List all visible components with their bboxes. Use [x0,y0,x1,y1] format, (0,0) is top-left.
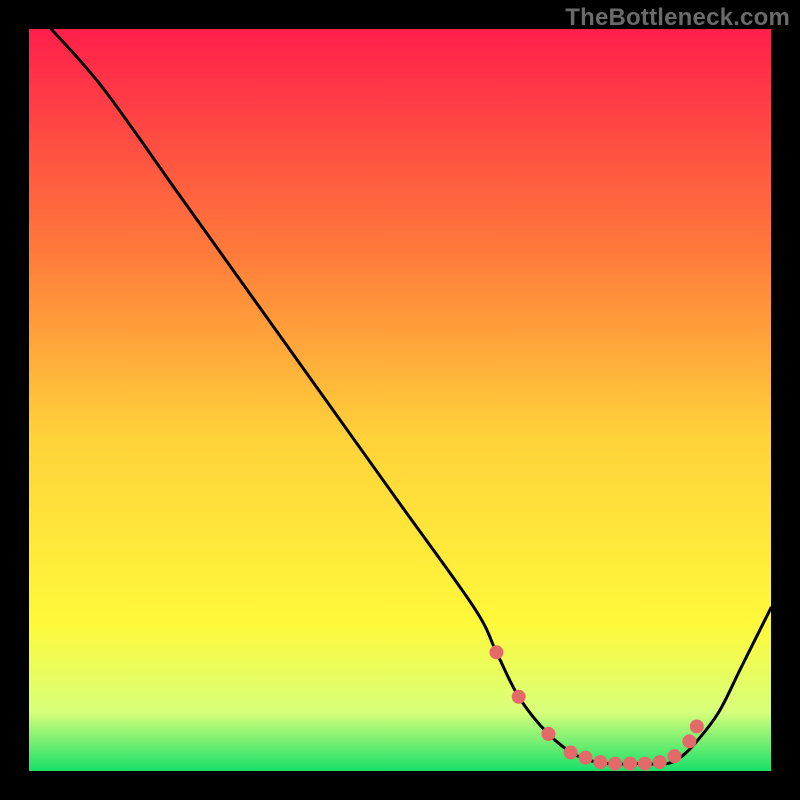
chart-frame [29,29,771,771]
marker-dot [489,645,503,659]
marker-dot [682,734,696,748]
marker-dot [593,755,607,769]
watermark-text: TheBottleneck.com [565,4,790,32]
marker-dot [579,751,593,765]
marker-dot [541,727,555,741]
marker-dot [623,757,637,771]
marker-dot [653,755,667,769]
bottleneck-chart [29,29,771,771]
marker-dot [608,757,622,771]
marker-dot [512,690,526,704]
marker-dot [690,719,704,733]
marker-dot [564,745,578,759]
marker-dot [668,749,682,763]
marker-dot [638,757,652,771]
